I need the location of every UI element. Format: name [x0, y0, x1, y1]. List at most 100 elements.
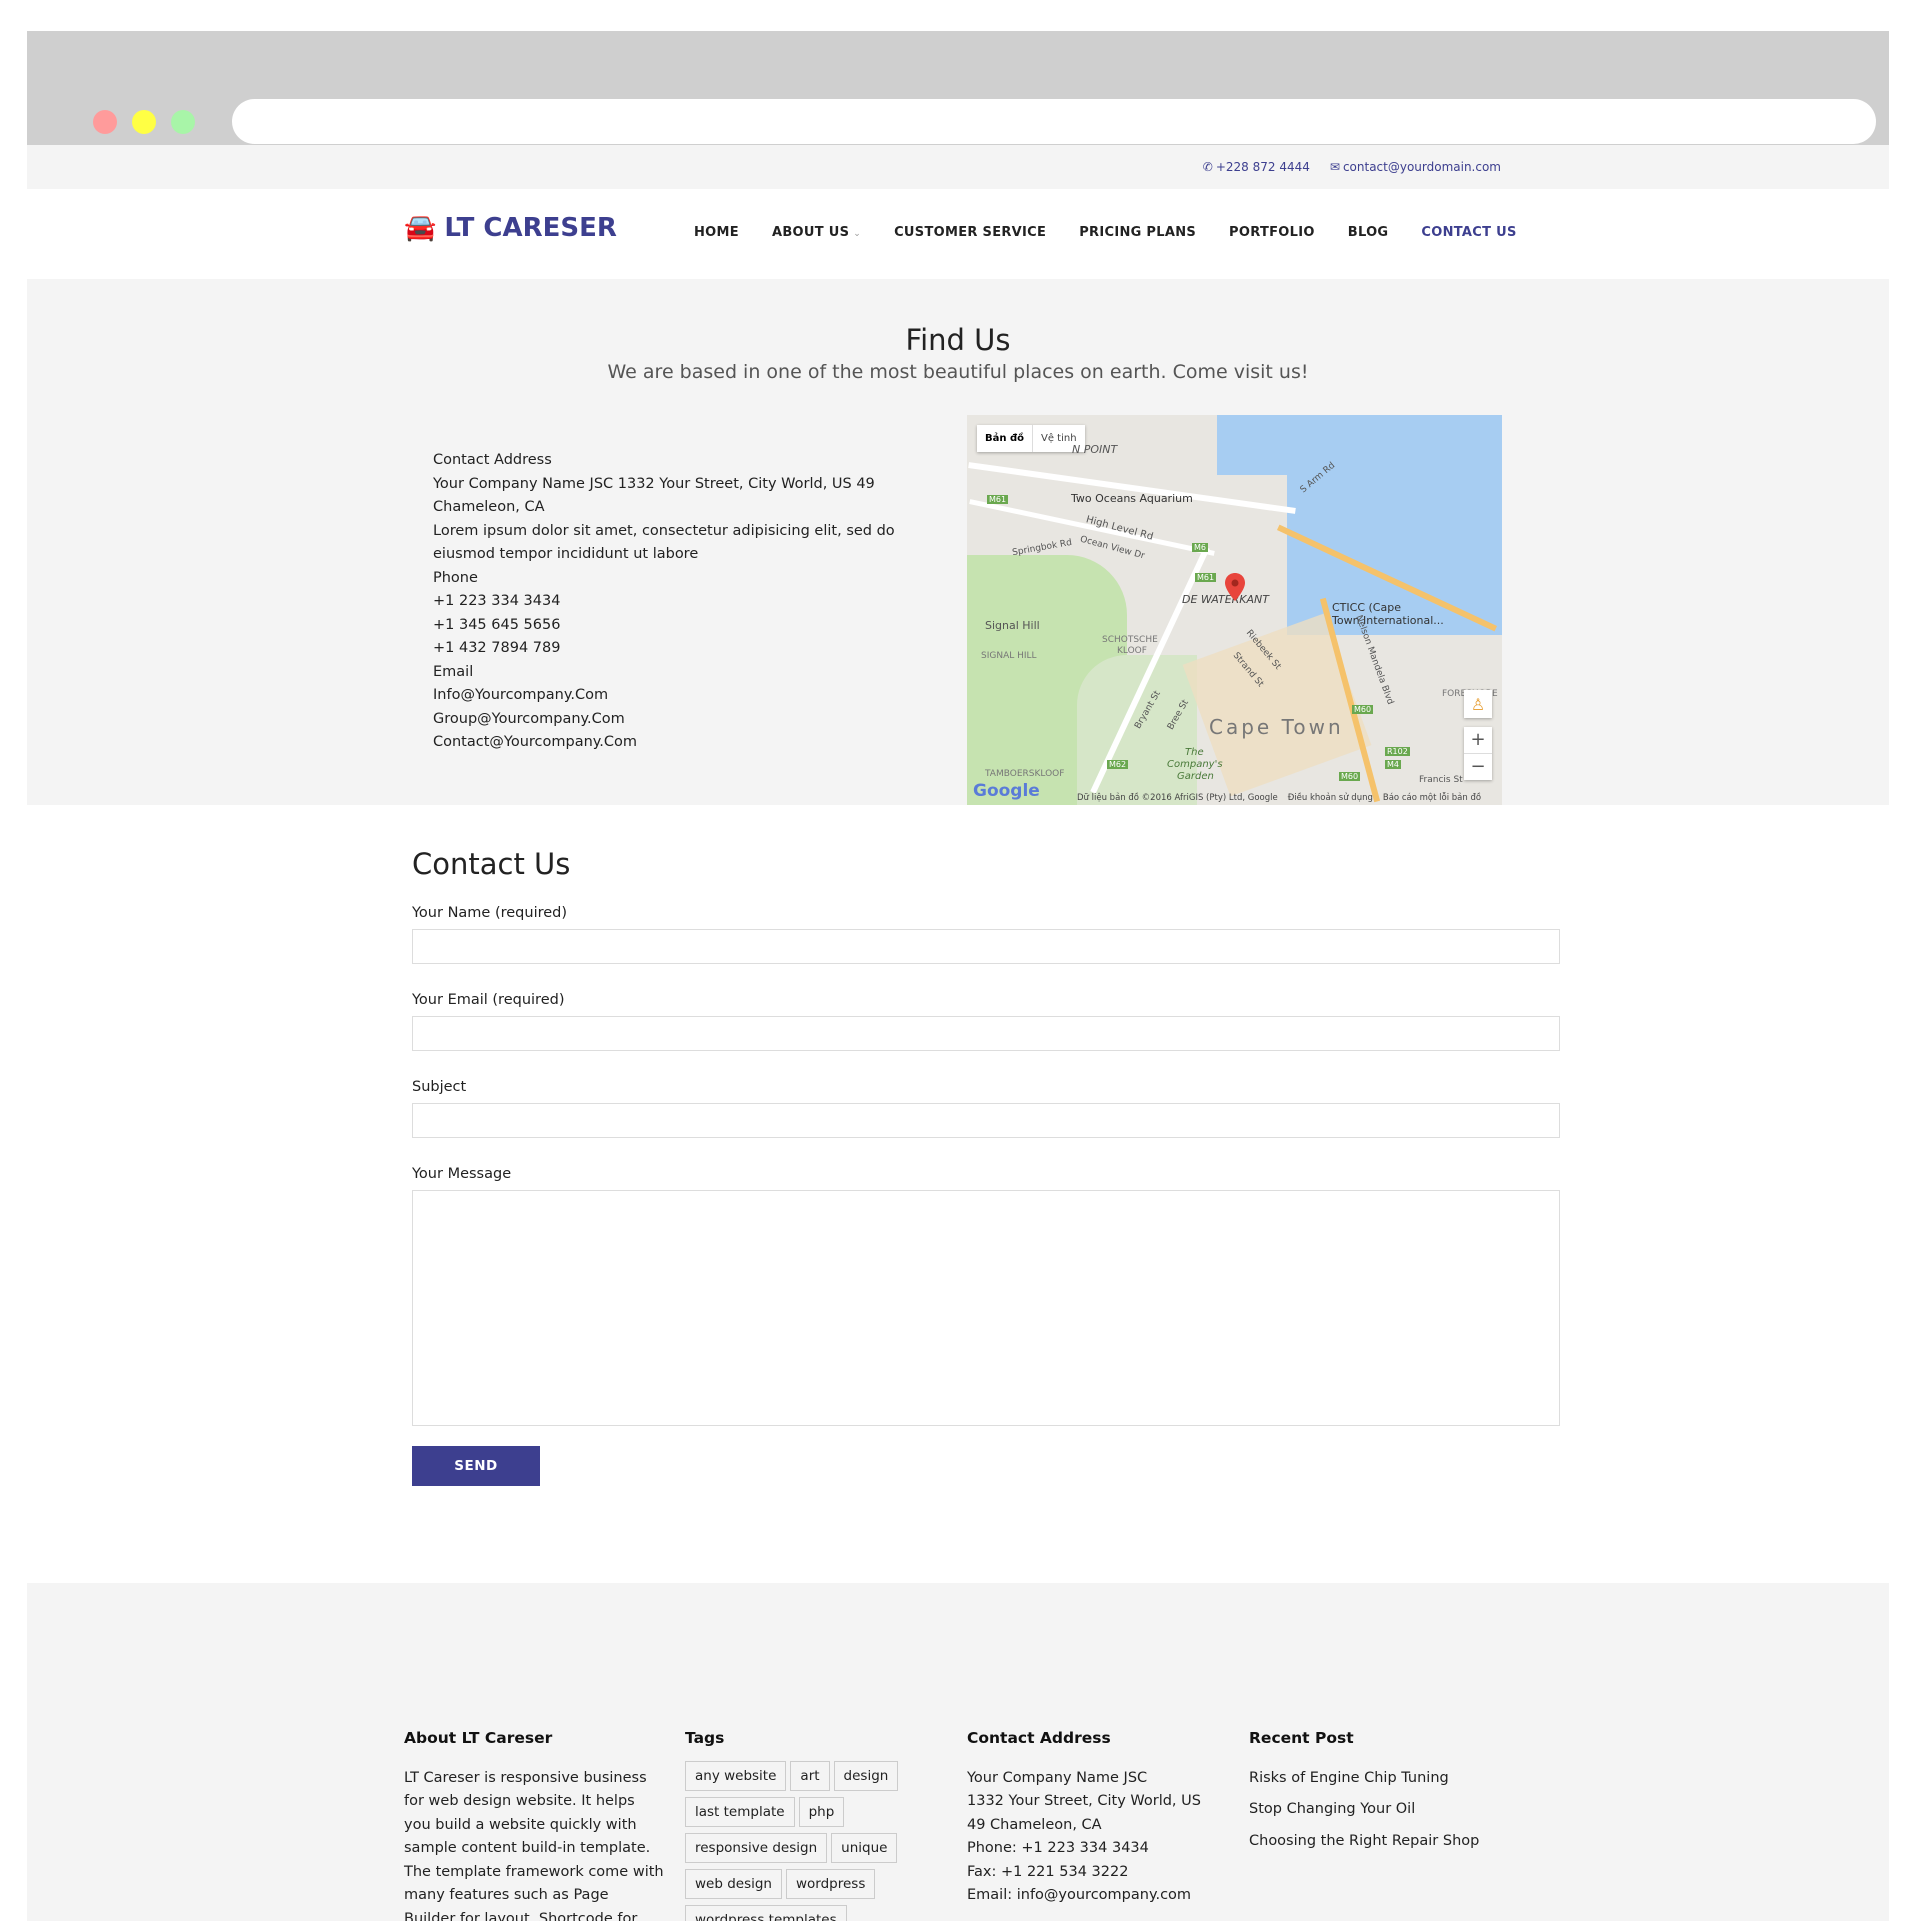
- footer-address-line: Phone: +1 223 334 3434: [967, 1840, 1149, 1856]
- contact-title: Contact Us: [412, 847, 571, 881]
- map-route-badge: M60: [1352, 705, 1374, 714]
- site-footer: About LT Careser LT Careser is responsiv…: [27, 1583, 1889, 1921]
- zoom-in-button[interactable]: +: [1464, 727, 1492, 754]
- map-route-badge: M61: [987, 495, 1009, 504]
- name-input[interactable]: [412, 929, 1560, 964]
- browser-chrome: [27, 31, 1889, 145]
- map-type-tabs: Bản đồ Vệ tinh: [977, 425, 1085, 452]
- footer-address-title: Contact Address: [967, 1729, 1111, 1747]
- email-label: Your Email (required): [412, 992, 565, 1008]
- tag-link[interactable]: art: [790, 1760, 830, 1791]
- tag-link[interactable]: design: [833, 1760, 899, 1791]
- nav-portfolio[interactable]: PORTFOLIO: [1229, 225, 1315, 240]
- find-us-section: Find Us We are based in one of the most …: [27, 279, 1889, 805]
- address-line: Email: [433, 663, 474, 680]
- map-route-badge: M61: [1195, 573, 1217, 582]
- recent-post-link[interactable]: Choosing the Right Repair Shop: [1249, 1830, 1509, 1854]
- tag-link[interactable]: php: [798, 1796, 845, 1827]
- map-label: N POINT: [1072, 443, 1118, 456]
- nav-customer-service[interactable]: CUSTOMER SERVICE: [894, 225, 1046, 240]
- browser-window: ✆ +228 872 4444 ✉ contact@yourdomain.com…: [27, 31, 1889, 1921]
- map-label: TAMBOERSKLOOF: [985, 769, 1065, 779]
- map-label: Two Oceans Aquarium: [1071, 492, 1193, 505]
- footer-about-title: About LT Careser: [404, 1729, 553, 1747]
- nav-home[interactable]: HOME: [694, 225, 739, 240]
- name-label: Your Name (required): [412, 905, 568, 921]
- map-label: Town International...: [1332, 614, 1444, 627]
- map-route-badge: M60: [1339, 772, 1361, 781]
- address-line: Info@Yourcompany.Com: [433, 687, 609, 703]
- map-report-link[interactable]: Báo cáo một lỗi bản đồ: [1383, 793, 1481, 803]
- zoom-out-button[interactable]: −: [1470, 754, 1485, 780]
- contact-address-block: Contact Address Your Company Name JSC 133…: [433, 449, 933, 755]
- maximize-window-button[interactable]: [171, 110, 195, 134]
- footer-tags: Tags any website art design last template ph…: [685, 1727, 925, 1921]
- close-window-button[interactable]: [93, 110, 117, 134]
- email-input[interactable]: [412, 1016, 1560, 1051]
- topbar-phone[interactable]: ✆ +228 872 4444: [1203, 160, 1310, 174]
- map-label: KLOOF: [1117, 646, 1147, 656]
- map-label: SCHOTSCHE: [1102, 635, 1158, 645]
- top-contact-bar: ✆ +228 872 4444 ✉ contact@yourdomain.com: [27, 145, 1889, 189]
- map-route-badge: R102: [1385, 747, 1410, 756]
- tag-link[interactable]: web design: [685, 1868, 782, 1899]
- chevron-down-icon: ⌄: [853, 229, 862, 239]
- nav-pricing[interactable]: PRICING PLANS: [1079, 225, 1196, 240]
- site-header: 🚘 LT CARESER HOME ABOUT US ⌄ CUSTOMER SER…: [27, 189, 1889, 279]
- map-label: Company's: [1167, 759, 1223, 770]
- tag-link[interactable]: wordpress: [786, 1868, 876, 1899]
- nav-about[interactable]: ABOUT US ⌄: [772, 225, 861, 240]
- footer-address-line: 1332 Your Street, City World, US: [967, 1793, 1201, 1809]
- tag-link[interactable]: any website: [685, 1760, 787, 1791]
- footer-tags-title: Tags: [685, 1729, 725, 1747]
- address-line: eiusmod tempor incididunt ut labore: [433, 546, 699, 562]
- recent-post-link[interactable]: Stop Changing Your Oil: [1249, 1798, 1509, 1822]
- map-route-badge: M62: [1107, 760, 1129, 769]
- footer-address-line: Your Company Name JSC: [967, 1769, 1148, 1786]
- google-logo: Google: [973, 781, 1040, 801]
- footer-contact-address: Contact Address Your Company Name JSC 133…: [967, 1727, 1212, 1908]
- footer-about: About LT Careser LT Careser is responsiv…: [404, 1727, 664, 1921]
- footer-address-line: 49 Chameleon, CA: [967, 1816, 1102, 1833]
- topbar-email[interactable]: ✉ contact@yourdomain.com: [1330, 160, 1501, 174]
- map-label: Garden: [1177, 771, 1214, 782]
- address-line: Contact@Yourcompany.Com: [433, 734, 638, 750]
- send-button[interactable]: SEND: [412, 1446, 540, 1486]
- footer-recent-title: Recent Post: [1249, 1729, 1354, 1747]
- envelope-icon: ✉: [1329, 160, 1340, 174]
- tag-link[interactable]: last template: [685, 1796, 795, 1827]
- map-marker-icon[interactable]: [1225, 573, 1245, 601]
- footer-address-lines: Your Company Name JSC 1332 Your Street, C…: [967, 1767, 1212, 1908]
- google-map[interactable]: Bản đồ Vệ tinh N POINT Two Oceans Aquari…: [967, 415, 1502, 805]
- map-data-credit: Dữ liệu bản đồ ©2016 AfriGIS (Pty) Ltd, …: [1077, 793, 1278, 803]
- find-us-title: Find Us: [905, 323, 1011, 357]
- address-line: Contact Address: [433, 452, 552, 468]
- tag-link[interactable]: responsive design: [685, 1832, 828, 1863]
- map-route-badge: M6: [1192, 543, 1208, 552]
- map-terms-link[interactable]: Điều khoản sử dụng: [1288, 793, 1373, 803]
- address-bar[interactable]: [232, 99, 1876, 144]
- subject-input[interactable]: [412, 1103, 1560, 1138]
- main-nav: HOME ABOUT US ⌄ CUSTOMER SERVICE PRICING …: [694, 225, 1550, 240]
- street-view-pegman-icon[interactable]: ♙: [1464, 690, 1492, 718]
- tag-link[interactable]: unique: [831, 1832, 898, 1863]
- footer-about-text: LT Careser is responsive business for we…: [404, 1769, 664, 1921]
- map-label: SIGNAL HILL: [981, 651, 1037, 661]
- nav-contact[interactable]: CONTACT US: [1421, 225, 1516, 240]
- tag-cloud: any website art design last template php resp…: [685, 1760, 925, 1921]
- recent-post-list: Risks of Engine Chip Tuning Stop Changing…: [1249, 1767, 1509, 1854]
- subject-label: Subject: [412, 1079, 467, 1095]
- address-line: Your Company Name JSC 1332 Your Street, …: [433, 475, 875, 492]
- recent-post-link[interactable]: Risks of Engine Chip Tuning: [1249, 1767, 1509, 1791]
- contact-form-section: Contact Us Your Name (required) Your Ema…: [412, 805, 1562, 1486]
- map-zoom-controls: + −: [1464, 727, 1492, 780]
- minimize-window-button[interactable]: [132, 110, 156, 134]
- address-line: +1 432 7894 789: [433, 640, 561, 656]
- footer-address-line: Email: info@yourcompany.com: [967, 1887, 1192, 1903]
- map-tab-map[interactable]: Bản đồ: [977, 425, 1033, 452]
- tag-link[interactable]: wordpress templates: [685, 1904, 847, 1921]
- message-textarea[interactable]: [412, 1190, 1560, 1426]
- site-logo[interactable]: 🚘 LT CARESER: [404, 213, 617, 243]
- map-label: Signal Hill: [985, 619, 1040, 632]
- nav-blog[interactable]: BLOG: [1348, 225, 1389, 240]
